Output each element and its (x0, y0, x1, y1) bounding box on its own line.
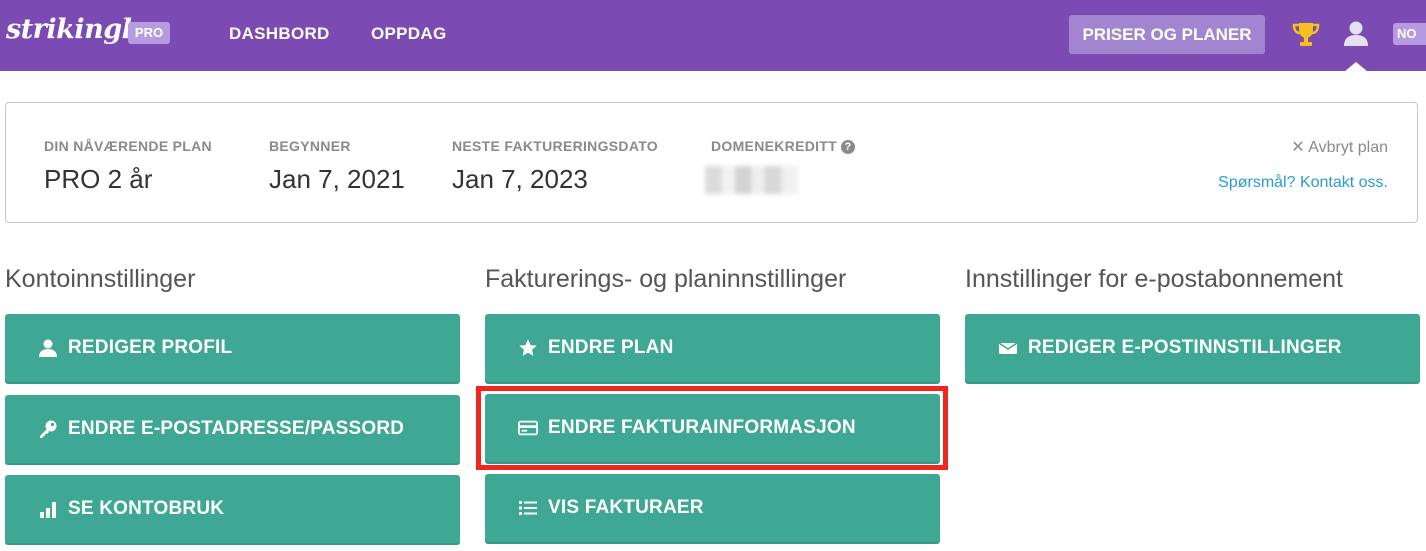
user-icon (38, 338, 58, 358)
billing-settings-title: Fakturerings- og planinnstillinger (485, 265, 847, 293)
key-icon (38, 419, 58, 439)
trophy-icon[interactable] (1292, 20, 1320, 50)
view-invoices-button[interactable]: VIS FAKTURAER (485, 474, 940, 542)
close-icon: ✕ (1291, 139, 1305, 156)
change-email-password-button[interactable]: ENDRE E-POSTADRESSE/PASSORD (5, 395, 460, 463)
language-selector[interactable]: NO (1393, 23, 1426, 45)
domain-credit-label: DOMENEKREDITT (711, 138, 838, 154)
edit-profile-button[interactable]: REDIGER PROFIL (5, 314, 460, 382)
top-navigation-bar: strikingly PRO DASHBORD OPPDAG PRISER OG… (0, 0, 1426, 72)
help-icon[interactable]: ? (841, 140, 856, 154)
start-date-value: Jan 7, 2021 (269, 164, 405, 194)
star-icon (518, 338, 538, 358)
domain-credit-value-redacted (705, 166, 798, 194)
edit-email-settings-label: REDIGER E-POSTINNSTILLINGER (1028, 337, 1342, 358)
account-settings-title: Kontoinnstillinger (5, 265, 196, 293)
pricing-plans-button[interactable]: PRISER OG PLANER (1069, 15, 1265, 54)
plan-summary-card: DIN NÅVÆRENDE PLAN PRO 2 år BEGYNNER Jan… (5, 102, 1418, 223)
domain-credit-heading: DOMENEKREDITT? (711, 138, 856, 154)
envelope-icon (998, 338, 1018, 358)
nav-link-dashboard[interactable]: DASHBORD (229, 24, 330, 44)
view-account-usage-label: SE KONTOBRUK (68, 498, 225, 519)
email-settings-title: Innstillinger for e-postabonnement (965, 265, 1344, 293)
dropdown-caret (1344, 62, 1368, 72)
user-account-icon[interactable] (1342, 19, 1370, 47)
start-date-label: BEGYNNER (269, 138, 351, 154)
change-plan-label: ENDRE PLAN (548, 337, 674, 358)
bar-chart-icon (38, 499, 58, 519)
highlight-box (476, 386, 948, 470)
next-billing-label: NESTE FAKTURERINGSDATO (452, 138, 658, 154)
view-invoices-label: VIS FAKTURAER (548, 497, 704, 518)
edit-profile-label: REDIGER PROFIL (68, 337, 233, 358)
current-plan-label: DIN NÅVÆRENDE PLAN (44, 138, 212, 154)
current-plan-value: PRO 2 år (44, 164, 153, 194)
pro-badge: PRO (128, 22, 170, 44)
change-email-password-label: ENDRE E-POSTADRESSE/PASSORD (68, 418, 405, 439)
strikingly-logo[interactable]: strikingly (6, 14, 147, 45)
next-billing-value: Jan 7, 2023 (452, 164, 588, 194)
edit-email-settings-button[interactable]: REDIGER E-POSTINNSTILLINGER (965, 314, 1420, 382)
contact-support-link[interactable]: Spørsmål? Kontakt oss. (1218, 174, 1388, 192)
change-plan-button[interactable]: ENDRE PLAN (485, 314, 940, 382)
cancel-plan-link[interactable]: ✕ Avbryt plan (1291, 137, 1388, 157)
list-icon (518, 498, 538, 518)
view-account-usage-button[interactable]: SE KONTOBRUK (5, 475, 460, 543)
cancel-plan-label: Avbryt plan (1308, 139, 1388, 156)
nav-link-discover[interactable]: OPPDAG (371, 24, 446, 44)
